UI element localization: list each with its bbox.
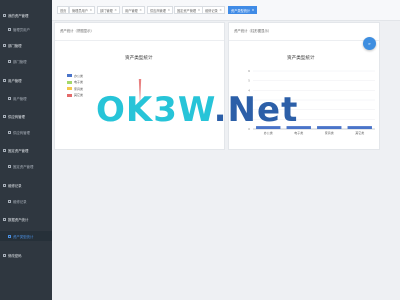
x-tick-label: 其它类 bbox=[355, 130, 364, 135]
chart-icon bbox=[8, 234, 11, 238]
tab-bar: 首页 管理员用户 × 部门管理 × 用户管理 × 供应商管理 × 固定资产管理 × 维修记… bbox=[52, 0, 400, 21]
list-icon bbox=[8, 199, 11, 203]
y-tick-label: 0 bbox=[248, 127, 250, 131]
y-tick-label: 6 bbox=[248, 69, 250, 73]
sidebar-item-statistics[interactable]: 数据资产统计 bbox=[0, 214, 52, 224]
folder-icon bbox=[3, 13, 6, 17]
close-icon[interactable]: × bbox=[198, 8, 201, 12]
tab-admin-users[interactable]: 管理员用户 × bbox=[69, 6, 96, 14]
sidebar-item-department[interactable]: 部门管理 bbox=[0, 40, 52, 50]
y-tick-label: 1 bbox=[248, 117, 250, 121]
sidebar-item-repair-sub[interactable]: 维修记录 bbox=[0, 196, 52, 206]
tab-department[interactable]: 部门管理 × bbox=[97, 6, 120, 14]
tab-users[interactable]: 用户管理 × bbox=[122, 6, 145, 14]
pie-panel: 资产统计（饼图显示） 资产类型统计 办公类 电子类 家具类 其它类 bbox=[54, 22, 225, 150]
x-tick-label: 办公类 bbox=[264, 130, 273, 135]
sidebar: 我的资产管理 管理员用户 部门管理 部门管理 用户管理 用户管理 供应商管理 供… bbox=[0, 0, 52, 300]
folder-icon bbox=[3, 217, 6, 221]
close-icon[interactable]: × bbox=[139, 8, 142, 12]
x-tick-label: 家具类 bbox=[325, 130, 334, 135]
sidebar-item-users[interactable]: 用户管理 bbox=[0, 75, 52, 85]
sidebar-item-admin-users[interactable]: 管理员用户 bbox=[0, 24, 52, 34]
user-icon bbox=[8, 27, 11, 31]
y-tick-label: 4 bbox=[248, 88, 250, 92]
folder-icon bbox=[3, 148, 6, 152]
close-icon[interactable]: × bbox=[252, 8, 255, 12]
tab-asset-type-stats[interactable]: 资产类型统计 × bbox=[228, 6, 258, 14]
tab-repair[interactable]: 维修记录 × bbox=[202, 6, 225, 14]
close-icon[interactable]: × bbox=[89, 8, 92, 12]
folder-icon bbox=[3, 114, 6, 118]
bar[interactable] bbox=[317, 126, 342, 129]
y-tick-label: 5 bbox=[248, 79, 250, 83]
lock-icon bbox=[3, 253, 6, 257]
sidebar-item-asset-type-stats[interactable]: 资产类型统计 bbox=[0, 231, 52, 241]
sidebar-item-fixed-assets[interactable]: 固定资产管理 bbox=[0, 145, 52, 155]
folder-icon bbox=[3, 183, 6, 187]
folder-icon bbox=[3, 78, 6, 82]
pie-chart bbox=[138, 79, 142, 105]
tab-supplier[interactable]: 供应商管理 × bbox=[147, 6, 174, 14]
y-tick-label: 2 bbox=[248, 108, 250, 112]
tab-fixed-assets[interactable]: 固定资产管理 × bbox=[174, 6, 204, 14]
bar[interactable] bbox=[256, 126, 281, 129]
list-icon bbox=[8, 59, 11, 63]
bar[interactable] bbox=[347, 126, 372, 129]
sidebar-item-supplier[interactable]: 供应商管理 bbox=[0, 111, 52, 121]
bar-panel: 资产统计（柱形图显示） ⟳ 资产类型统计 0 1 2 3 4 5 6 办公类 电子类 家具类 其它类 bbox=[228, 22, 380, 150]
list-icon bbox=[8, 130, 11, 134]
sidebar-item-repair[interactable]: 维修记录 bbox=[0, 180, 52, 190]
close-icon[interactable]: × bbox=[167, 8, 170, 12]
bar[interactable] bbox=[286, 126, 311, 129]
sidebar-item-fixed-assets-sub[interactable]: 固定资产管理 bbox=[0, 161, 52, 171]
x-tick-label: 电子类 bbox=[294, 130, 303, 135]
sidebar-item-supplier-sub[interactable]: 供应商管理 bbox=[0, 127, 52, 137]
list-icon bbox=[8, 164, 11, 168]
y-tick-label: 3 bbox=[248, 98, 250, 102]
sidebar-item-users-sub[interactable]: 用户管理 bbox=[0, 93, 52, 103]
close-icon[interactable]: × bbox=[219, 8, 222, 12]
tab-home[interactable]: 首页 bbox=[57, 6, 70, 14]
sidebar-item-department-sub[interactable]: 部门管理 bbox=[0, 56, 52, 66]
pie-slice[interactable] bbox=[138, 79, 142, 105]
folder-icon bbox=[3, 43, 6, 47]
sidebar-item-asset-management[interactable]: 我的资产管理 bbox=[0, 10, 52, 20]
close-icon[interactable]: × bbox=[114, 8, 117, 12]
bar-chart: 0 1 2 3 4 5 6 办公类 电子类 家具类 其它类 bbox=[248, 69, 375, 135]
list-icon bbox=[8, 96, 11, 100]
sidebar-item-change-password[interactable]: 修改密码 bbox=[0, 250, 52, 260]
